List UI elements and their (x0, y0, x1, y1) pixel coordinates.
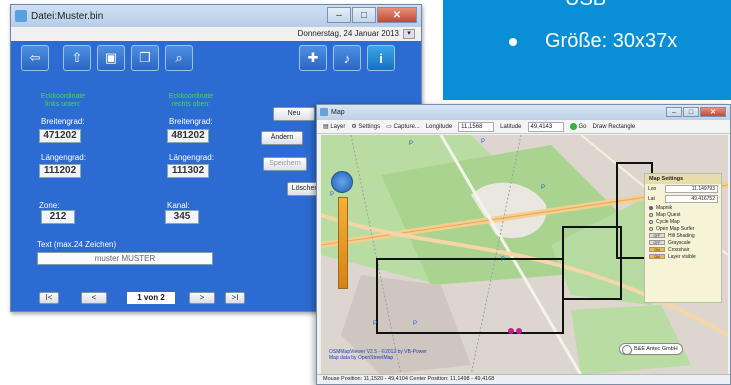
source-openmapsurfer[interactable]: Open Map Surfer (645, 225, 721, 232)
map-window-titlebar[interactable]: Map – □ ✕ (317, 105, 730, 120)
svg-text:P: P (413, 321, 417, 327)
sound-icon[interactable]: ♪ (333, 45, 361, 71)
slide-top-text: USB (565, 0, 606, 11)
pan-control-icon[interactable] (331, 171, 353, 193)
save-icon[interactable]: ▣ (97, 45, 125, 71)
layer-button[interactable]: ▤ Layer (323, 123, 345, 130)
next-record-button[interactable]: > (189, 292, 215, 304)
copy-icon[interactable]: ❐ (131, 45, 159, 71)
option-layer-visible[interactable]: ON Layer visible (645, 253, 721, 260)
corner-lower-left-label: Eckkoordinate links unten: (40, 93, 86, 108)
radio-off-icon (649, 219, 653, 224)
latitude-right-label: Breitengrad: (169, 117, 213, 126)
svg-text:P: P (541, 185, 545, 191)
longitude-right-label: Längengrad: (169, 153, 214, 162)
add-user-icon[interactable]: ✚ (299, 45, 327, 71)
settings-button[interactable]: ⚙ Settings (351, 123, 380, 130)
radio-off-icon (649, 226, 653, 231)
go-icon (569, 122, 577, 130)
slide-panel: USB Größe: 30x37x (443, 0, 731, 100)
latitude-label: Latitude (500, 123, 522, 130)
map-settings-title: Map Settings (645, 174, 721, 184)
longitude-input[interactable]: 11,1568 (458, 121, 495, 132)
lon-field[interactable]: 11.149793 (665, 185, 718, 193)
bullet-dot-icon (509, 37, 517, 46)
lon-row: Lon 11.149793 (645, 184, 721, 194)
zoom-slider[interactable] (338, 197, 348, 289)
save-button[interactable]: Speichern (263, 157, 307, 171)
main-window-title: Datei:Muster.bin (31, 10, 104, 22)
minimize-button[interactable]: – (327, 7, 351, 23)
lat-field[interactable]: 49.416752 (665, 195, 718, 203)
previous-record-button[interactable]: < (81, 292, 107, 304)
svg-text:P: P (373, 321, 377, 327)
date-picker-value[interactable]: Donnerstag, 24 Januar 2013 (298, 29, 399, 38)
source-cyclemap[interactable]: Cycle Map (645, 218, 721, 225)
map-statusbar: Mouse Position: 11,1520 - 49,4104 Center… (317, 374, 730, 384)
radio-on-icon (649, 205, 653, 210)
channel-label: Kanal: (167, 201, 190, 210)
slide-bullet: Größe: 30x37x (509, 30, 677, 53)
info-icon[interactable]: i (367, 45, 395, 71)
longitude-left-field[interactable]: 111202 (39, 164, 81, 178)
upload-icon[interactable]: ⇧ (63, 45, 91, 71)
longitude-label: Longitude (425, 123, 453, 130)
first-record-button[interactable]: I< (39, 292, 59, 304)
map-copyright: OSMMapViewer V2.5 - ©2012 by VB-Power Ma… (329, 349, 427, 361)
slide-bullet-text: Größe: 30x37x (545, 30, 678, 52)
latitude-left-field[interactable]: 471202 (39, 129, 81, 143)
main-window-titlebar[interactable]: Datei:Muster.bin – □ ✕ (11, 5, 421, 27)
latitude-right-field[interactable]: 481202 (167, 129, 209, 143)
close-button[interactable]: ✕ (377, 7, 417, 23)
map-minimize-button[interactable]: – (666, 107, 682, 117)
zone-label: Zone: (39, 201, 60, 210)
change-button[interactable]: Ändern (261, 131, 303, 145)
draw-rectangle-button[interactable]: Draw Rectangle (593, 124, 636, 130)
go-button[interactable]: Go (569, 122, 587, 130)
longitude-right-field[interactable]: 111302 (167, 164, 209, 178)
page-indicator: 1 von 2 (127, 292, 175, 304)
main-toolbar: ⇦ ⇧ ▣ ❐ ⌕ ✚ ♪ i (21, 45, 411, 75)
source-mapquest[interactable]: Map Quest (645, 211, 721, 218)
marker-label[interactable]: B&E Antec GmbH (619, 343, 683, 355)
text-input[interactable]: muster MUSTER (37, 252, 213, 265)
last-record-button[interactable]: >I (225, 292, 245, 304)
map-search-icon[interactable]: ⌕ (165, 45, 193, 71)
text-hint-label: Text (max.24 Zeichen) (37, 240, 117, 249)
zone-field[interactable]: 212 (41, 210, 75, 224)
svg-text:P: P (330, 192, 334, 198)
svg-text:P: P (501, 257, 505, 263)
option-grayscale[interactable]: OFF Grayscale (645, 239, 721, 246)
channel-field[interactable]: 345 (165, 210, 199, 224)
latitude-left-label: Breitengrad: (41, 117, 85, 126)
map-canvas[interactable]: P P P P P P P Map Settings Lon 11.149793 … (321, 135, 728, 375)
map-toolbar: ▤ Layer ⚙ Settings ▭ Capture... Longitud… (317, 120, 730, 134)
map-window-controls: – □ ✕ (666, 107, 726, 117)
map-settings-panel: Map Settings Lon 11.149793 Lat 49.416752 M… (644, 173, 722, 303)
latitude-input[interactable]: 49,4143 (527, 121, 564, 132)
radio-off-icon (649, 212, 653, 217)
new-button[interactable]: Neu (273, 107, 315, 121)
date-bar: Donnerstag, 24 Januar 2013 ▾ (11, 27, 421, 41)
option-hill-shading[interactable]: OFF Hill Shading (645, 232, 721, 239)
window-controls: – □ ✕ (327, 7, 417, 23)
map-maximize-button[interactable]: □ (683, 107, 699, 117)
svg-text:P: P (409, 141, 413, 147)
capture-button[interactable]: ▭ Capture... (386, 123, 420, 130)
lat-row: Lat 49.416752 (645, 194, 721, 204)
corner-upper-right-label: Eckkoordinate rechts oben: (168, 93, 214, 108)
map-window: Map – □ ✕ ▤ Layer ⚙ Settings ▭ Capture..… (316, 104, 731, 385)
app-icon (15, 10, 27, 22)
date-dropdown-icon[interactable]: ▾ (403, 29, 415, 39)
maximize-button[interactable]: □ (352, 7, 376, 23)
map-window-title: Map (331, 109, 345, 116)
source-mapnik[interactable]: Mapnik (645, 204, 721, 211)
option-crosshair[interactable]: ON Crosshair (645, 246, 721, 253)
exit-icon[interactable]: ⇦ (21, 45, 49, 71)
map-close-button[interactable]: ✕ (700, 107, 726, 117)
svg-text:P: P (481, 139, 485, 145)
longitude-left-label: Längengrad: (41, 153, 86, 162)
